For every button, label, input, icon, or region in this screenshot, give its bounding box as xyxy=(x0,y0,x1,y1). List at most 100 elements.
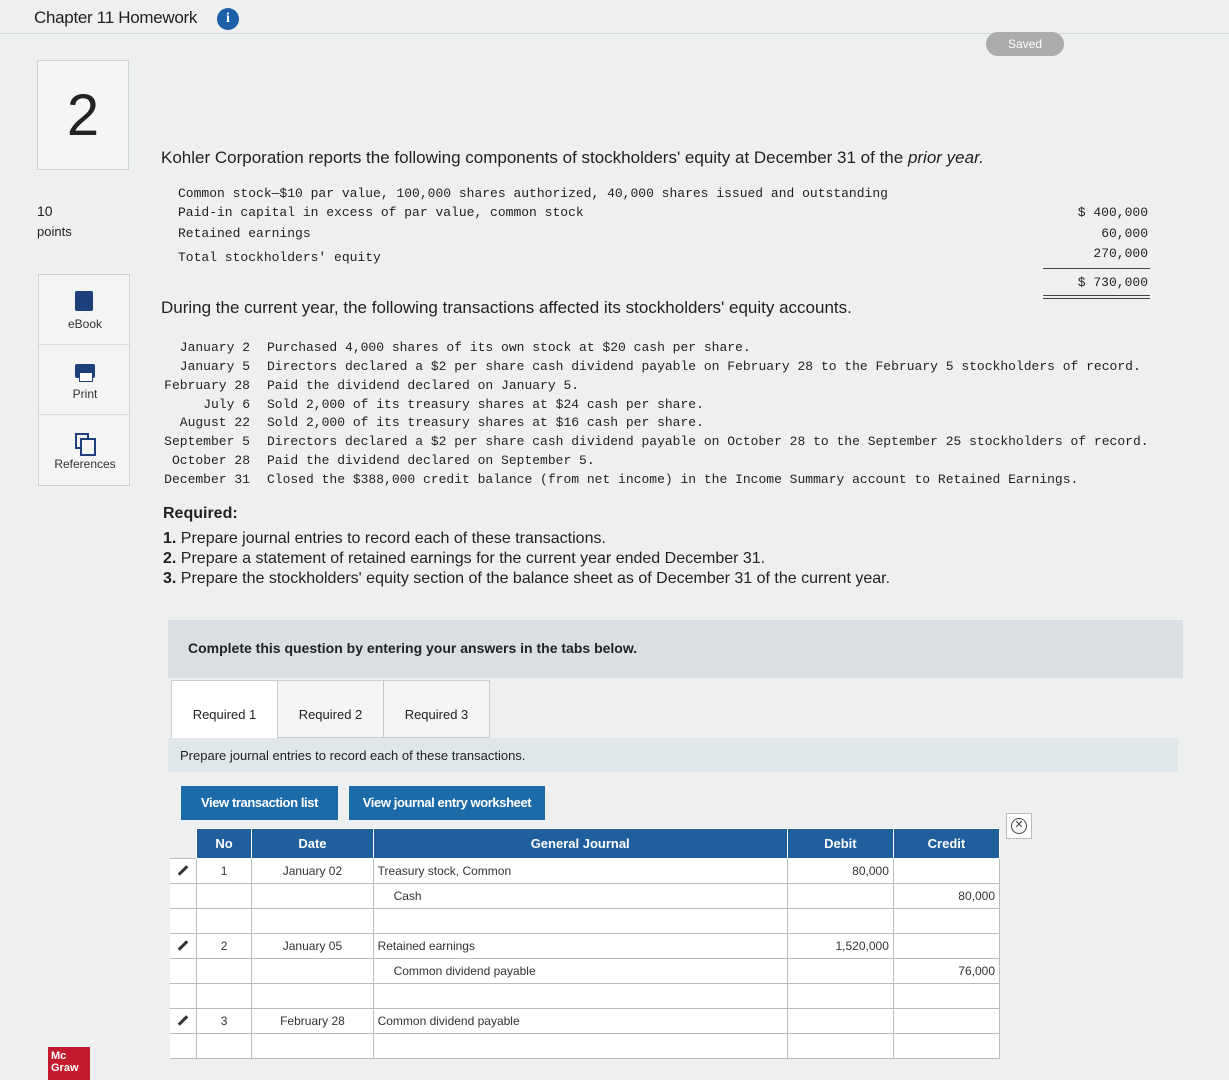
transaction-desc: Purchased 4,000 shares of its own stock … xyxy=(267,340,751,355)
transaction-desc: Paid the dividend declared on September … xyxy=(267,453,595,468)
transaction-desc: Sold 2,000 of its treasury shares at $24… xyxy=(267,397,704,412)
entry-date: February 28 xyxy=(251,1008,374,1034)
entry-number xyxy=(195,1033,253,1059)
entry-debit xyxy=(786,908,894,934)
equity-row: Total stockholders' equity 270,000 xyxy=(178,246,1158,270)
transaction-row: December 31 Closed the $388,000 credit b… xyxy=(150,472,1190,491)
transaction-desc: Directors declared a $2 per share cash d… xyxy=(267,359,1141,374)
entry-date xyxy=(251,908,374,934)
edit-column-header xyxy=(170,829,196,859)
required-item: 1. Prepare journal entries to record eac… xyxy=(163,530,606,548)
entry-credit xyxy=(892,1033,1001,1059)
journal-row xyxy=(170,1033,1001,1059)
entry-number: 1 xyxy=(195,858,253,884)
equity-amount: 270,000 xyxy=(1093,246,1148,261)
entry-credit xyxy=(892,1008,1001,1034)
transaction-desc: Paid the dividend declared on January 5. xyxy=(267,378,580,393)
entry-account: Treasury stock, Common xyxy=(372,858,788,884)
tab-required-1[interactable]: Required 1 xyxy=(171,680,278,738)
required-item-text: Prepare the stockholders' equity section… xyxy=(176,570,891,587)
references-icon xyxy=(75,431,96,456)
journal-header-row: No Date General Journal Debit Credit xyxy=(170,828,1001,859)
required-item-text: Prepare a statement of retained earnings… xyxy=(176,550,766,567)
entry-number xyxy=(195,983,253,1009)
entry-number: 3 xyxy=(195,1008,253,1034)
pencil-icon xyxy=(177,1015,189,1026)
entry-account: Retained earnings xyxy=(372,933,788,959)
total-rule-double xyxy=(1043,298,1150,299)
edit-entry-button[interactable] xyxy=(170,858,197,884)
equity-label: Paid-in capital in excess of par value, … xyxy=(178,205,584,220)
required-item-number: 3. xyxy=(163,570,177,587)
intro-text-main: Kohler Corporation reports the following… xyxy=(161,148,908,167)
required-item-number: 2. xyxy=(163,550,177,567)
edit-cell xyxy=(170,1033,197,1059)
entry-number xyxy=(195,908,253,934)
edit-cell xyxy=(170,908,197,934)
journal-table: No Date General Journal Debit Credit 1 J… xyxy=(170,828,1001,1059)
equity-row: Common stock—$10 par value, 100,000 shar… xyxy=(178,186,1158,206)
transaction-date: February 28 xyxy=(164,378,250,393)
print-label: Print xyxy=(72,387,98,401)
transaction-date: December 31 xyxy=(164,472,250,487)
entry-account: Cash xyxy=(372,883,788,909)
equity-row: Paid-in capital in excess of par value, … xyxy=(178,205,1158,225)
transaction-row: August 22 Sold 2,000 of its treasury sha… xyxy=(150,415,1190,434)
saved-status-badge: Saved xyxy=(986,32,1064,56)
edit-entry-button[interactable] xyxy=(170,1008,197,1034)
pencil-icon xyxy=(177,940,189,951)
transaction-row: July 6 Sold 2,000 of its treasury shares… xyxy=(150,397,1190,416)
date-column-header: Date xyxy=(251,828,374,859)
ebook-button[interactable]: eBook xyxy=(39,275,129,345)
entry-account xyxy=(372,908,788,934)
required-item: 3. Prepare the stockholders' equity sect… xyxy=(163,570,890,588)
total-rule xyxy=(1043,295,1150,296)
transaction-desc: Closed the $388,000 credit balance (from… xyxy=(267,472,1079,487)
question-number: 2 xyxy=(37,60,129,170)
entry-credit xyxy=(892,933,1001,959)
equity-row: Retained earnings 60,000 xyxy=(178,226,1158,246)
view-transaction-list-button[interactable]: View transaction list xyxy=(181,786,338,820)
ebook-icon xyxy=(75,291,95,311)
entry-account: Common dividend payable xyxy=(372,958,788,984)
ebook-label: eBook xyxy=(67,317,103,331)
info-icon[interactable]: i xyxy=(217,8,239,30)
journal-row: Cash 80,000 xyxy=(170,883,1001,909)
entry-date xyxy=(251,983,374,1009)
transaction-date: August 22 xyxy=(179,415,250,430)
tools-panel: eBook Print References xyxy=(38,274,130,486)
pencil-icon xyxy=(177,865,189,876)
journal-row: Common dividend payable 76,000 xyxy=(170,958,1001,984)
required-item-number: 1. xyxy=(163,530,177,547)
print-button[interactable]: Print xyxy=(39,345,129,415)
logo-line-2: Graw xyxy=(51,1062,79,1074)
journal-row xyxy=(170,908,1001,934)
entry-number xyxy=(195,958,253,984)
entry-credit xyxy=(892,983,1001,1009)
journal-row: 3 February 28 Common dividend payable xyxy=(170,1008,1001,1034)
references-button[interactable]: References xyxy=(39,415,129,485)
entry-account xyxy=(372,1033,788,1059)
required-item: 2. Prepare a statement of retained earni… xyxy=(163,550,765,568)
general-journal-column-header: General Journal xyxy=(372,828,788,859)
intro-text: Kohler Corporation reports the following… xyxy=(161,148,984,168)
entry-number: 2 xyxy=(195,933,253,959)
intro-text-emphasis: prior year. xyxy=(907,148,984,167)
during-text: During the current year, the following t… xyxy=(161,298,852,317)
print-icon xyxy=(75,361,95,382)
transaction-date: July 6 xyxy=(203,397,250,412)
equity-label: Common stock—$10 par value, 100,000 shar… xyxy=(178,186,888,201)
transaction-row: January 2 Purchased 4,000 shares of its … xyxy=(150,340,1190,359)
subtotal-rule xyxy=(1043,268,1150,269)
entry-debit: 80,000 xyxy=(786,858,894,884)
transaction-row: October 28 Paid the dividend declared on… xyxy=(150,453,1190,472)
edit-cell xyxy=(170,883,197,909)
edit-entry-button[interactable] xyxy=(170,933,197,959)
view-journal-worksheet-button[interactable]: View journal entry worksheet xyxy=(349,786,545,820)
logo-line-1: Mc xyxy=(51,1050,67,1062)
tab-required-3[interactable]: Required 3 xyxy=(383,680,490,738)
equity-total-row: $ 730,000 xyxy=(178,275,1158,295)
tab-required-2[interactable]: Required 2 xyxy=(277,680,384,738)
equity-label: Retained earnings xyxy=(178,226,311,241)
clear-entries-button[interactable]: ✕ xyxy=(1006,813,1032,839)
